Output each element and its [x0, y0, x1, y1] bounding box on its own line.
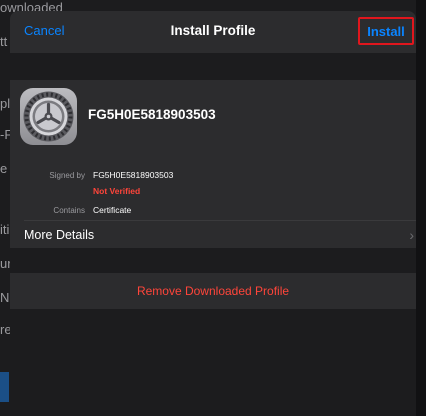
signed-by-label: Signed by — [49, 171, 85, 180]
background-text-fragment: pl — [0, 96, 11, 111]
verification-status: Not Verified — [93, 186, 141, 196]
navigation-bar: Cancel Install Profile Install — [10, 11, 416, 53]
signed-by-value: FG5H0E5818903503 — [93, 170, 174, 180]
background-text-fragment: N — [0, 290, 10, 305]
more-details-row[interactable]: More Details › — [24, 223, 414, 248]
settings-gear-icon — [20, 88, 77, 145]
background-edge — [416, 0, 426, 416]
chevron-right-icon: › — [409, 227, 414, 243]
contains-value: Certificate — [93, 205, 132, 215]
install-button[interactable]: Install — [358, 17, 414, 45]
install-button-label: Install — [367, 23, 405, 39]
more-details-label: More Details — [24, 228, 95, 242]
background-text-fragment: tt — [0, 34, 8, 49]
profile-card: FG5H0E5818903503 Signed by FG5H0E5818903… — [10, 80, 416, 248]
install-profile-sheet: Cancel Install Profile Install FG5H0E581… — [10, 11, 416, 416]
divider — [24, 220, 416, 221]
profile-name: FG5H0E5818903503 — [88, 107, 216, 122]
background-button-edge — [0, 372, 9, 402]
contains-label: Contains — [53, 206, 85, 215]
remove-downloaded-profile-label: Remove Downloaded Profile — [136, 284, 290, 298]
background-text-fragment: e — [0, 161, 8, 176]
page-title: Install Profile — [170, 23, 256, 38]
background-text-fragment: iti — [0, 222, 10, 237]
remove-downloaded-profile-button[interactable]: Remove Downloaded Profile — [10, 273, 416, 309]
